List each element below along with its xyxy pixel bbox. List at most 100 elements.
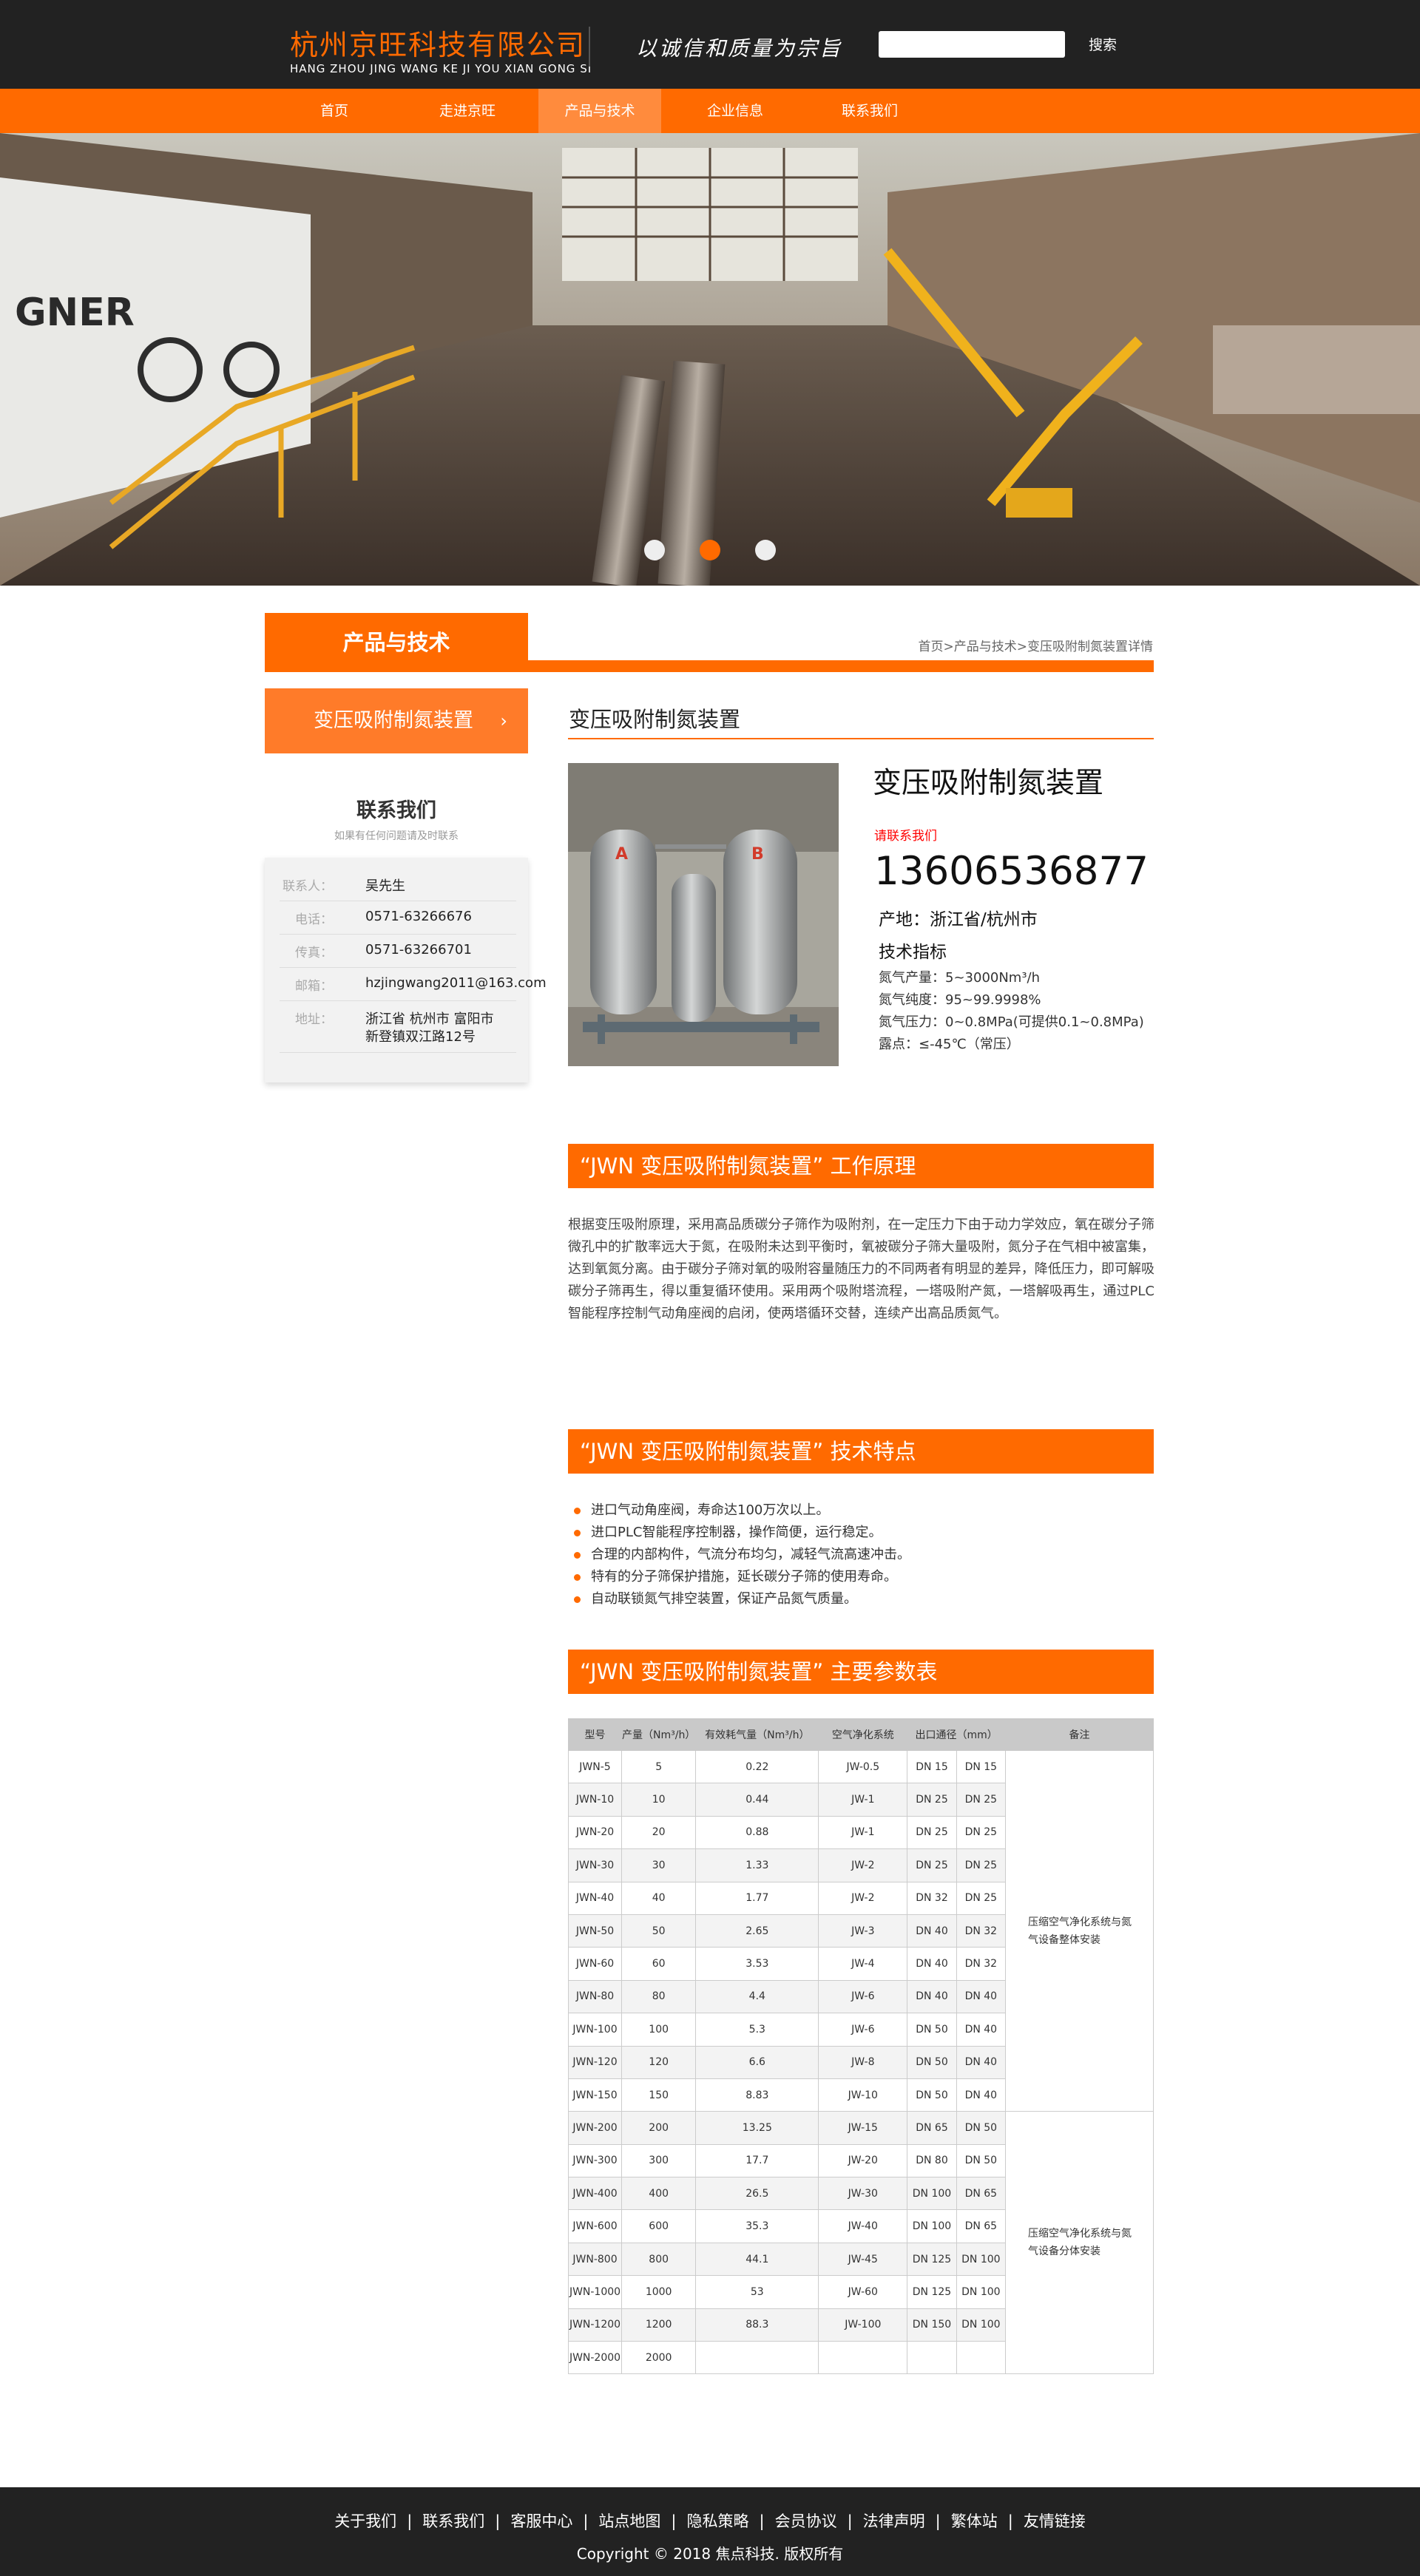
table-cell: 30 bbox=[621, 1848, 697, 1882]
contact-label: 电话： bbox=[295, 912, 333, 927]
footer-link-privacy[interactable]: 隐私策略 bbox=[687, 2512, 749, 2530]
table-cell: DN 40 bbox=[956, 1979, 1007, 2014]
footer-link-sitemap[interactable]: 站点地图 bbox=[598, 2512, 660, 2530]
footer: 关于我们 | 联系我们 | 客服中心 | 站点地图 | 隐私策略 | 会员协议 | 法律声明 | 繁体站 | 友… bbox=[0, 2487, 1420, 2576]
footer-link-traditional[interactable]: 繁体站 bbox=[951, 2512, 998, 2530]
contact-us-link[interactable]: 请联系我们 bbox=[874, 825, 937, 844]
table-cell: JW-1 bbox=[818, 1783, 908, 1817]
breadcrumb-home[interactable]: 首页 bbox=[919, 640, 944, 654]
slide-dot-1[interactable] bbox=[644, 540, 665, 560]
contact-subtitle: 如果有任何问题请及时联系 bbox=[334, 830, 459, 842]
table-cell: JWN-30 bbox=[568, 1848, 622, 1882]
nitrogen-generator-image: A B bbox=[568, 763, 839, 1066]
nav-company-info[interactable]: 企业信息 bbox=[688, 89, 782, 133]
principle-title: “JWN 变压吸附制氮装置” 工作原理 bbox=[568, 1144, 1154, 1188]
footer-link-friends[interactable]: 友情链接 bbox=[1024, 2512, 1086, 2530]
product-origin: 产地：浙江省/杭州市 bbox=[879, 910, 1038, 929]
hero-banner: GNER bbox=[0, 133, 1420, 586]
contact-value[interactable]: hzjingwang2011@163.com bbox=[365, 975, 547, 991]
footer-link-agreement[interactable]: 会员协议 bbox=[775, 2512, 837, 2530]
table-cell: JW-20 bbox=[818, 2143, 908, 2178]
nav-home[interactable]: 首页 bbox=[290, 89, 379, 133]
feature-item: 自动联锁氮气排空装置，保证产品氮气质量。 bbox=[574, 1588, 857, 1607]
header-divider bbox=[589, 27, 590, 67]
table-cell: 44.1 bbox=[695, 2242, 819, 2277]
sidebar-category-psa[interactable]: 变压吸附制氮装置 › bbox=[265, 688, 528, 753]
footer-sep: | bbox=[1007, 2512, 1013, 2530]
table-cell bbox=[695, 2341, 819, 2375]
specs-title: 技术指标 bbox=[879, 943, 947, 962]
table-cell: 1.33 bbox=[695, 1848, 819, 1882]
nav-about[interactable]: 走进京旺 bbox=[420, 89, 515, 133]
spec-item: 氮气产量：5~3000Nm³/h bbox=[879, 970, 1041, 986]
table-cell: JWN-150 bbox=[568, 2078, 622, 2112]
breadcrumb-products[interactable]: 产品与技术 bbox=[954, 640, 1017, 654]
feature-item: 合理的内部构件，气流分布均匀，减轻气流高速冲击。 bbox=[574, 1544, 910, 1563]
footer-sep: | bbox=[847, 2512, 853, 2530]
table-cell: 20 bbox=[621, 1815, 697, 1850]
table-cell: JWN-600 bbox=[568, 2209, 622, 2243]
breadcrumb-sep: > bbox=[943, 640, 954, 654]
search-input[interactable] bbox=[879, 31, 1065, 58]
table-cell: DN 65 bbox=[956, 2209, 1007, 2243]
contact-row-phone: 电话： 0571-63266676 bbox=[280, 901, 516, 935]
table-cell: JWN-100 bbox=[568, 2013, 622, 2047]
table-cell: 6.6 bbox=[695, 2045, 819, 2079]
table-cell: JW-6 bbox=[818, 1979, 908, 2014]
spec-item: 氮气纯度：95~99.9998% bbox=[879, 992, 1041, 1008]
table-cell bbox=[907, 2341, 957, 2375]
footer-sep: | bbox=[495, 2512, 501, 2530]
nav-contact[interactable]: 联系我们 bbox=[822, 89, 917, 133]
feature-item: 进口气动角座阀，寿命达100万次以上。 bbox=[574, 1499, 829, 1519]
table-cell: 1.77 bbox=[695, 1881, 819, 1915]
table-cell bbox=[818, 2341, 908, 2375]
table-cell: JW-30 bbox=[818, 2177, 908, 2211]
company-logo-cn[interactable]: 杭州京旺科技有限公司 bbox=[290, 22, 586, 63]
table-cell: DN 15 bbox=[956, 1749, 1007, 1784]
factory-banner-image: GNER bbox=[0, 133, 1420, 586]
params-table-body: JWN-5 5 0.22 JW-0.5 DN 15 DN 15 压缩空气净化系统与氮气设备整… bbox=[568, 1749, 1154, 2375]
table-cell: 40 bbox=[621, 1881, 697, 1915]
table-cell: DN 25 bbox=[907, 1783, 957, 1817]
footer-links: 关于我们 | 联系我们 | 客服中心 | 站点地图 | 隐私策略 | 会员协议 | 法律声明 | 繁体站 | 友… bbox=[0, 2509, 1420, 2532]
table-cell: 120 bbox=[621, 2045, 697, 2079]
spec-item: 氮气压力：0~0.8MPa(可提供0.1~0.8MPa) bbox=[879, 1014, 1144, 1030]
table-cell: 10 bbox=[621, 1783, 697, 1817]
table-cell: 1200 bbox=[621, 2308, 697, 2342]
table-cell: DN 65 bbox=[907, 2111, 957, 2145]
table-cell: 53 bbox=[695, 2275, 819, 2309]
footer-sep: | bbox=[935, 2512, 941, 2530]
breadcrumb-current[interactable]: 变压吸附制氮装置详情 bbox=[1027, 640, 1153, 654]
search-button[interactable]: 搜索 bbox=[1089, 34, 1117, 54]
nav-products[interactable]: 产品与技术 bbox=[538, 89, 661, 133]
table-cell: DN 25 bbox=[907, 1815, 957, 1850]
footer-link-about[interactable]: 关于我们 bbox=[334, 2512, 396, 2530]
footer-sep: | bbox=[583, 2512, 589, 2530]
table-cell: JWN-1000 bbox=[568, 2275, 622, 2309]
company-logo-en: HANG ZHOU JING WANG KE JI YOU XIAN GONG … bbox=[290, 62, 592, 75]
footer-link-contact[interactable]: 联系我们 bbox=[422, 2512, 484, 2530]
sidebar-category-label: 变压吸附制氮装置 bbox=[314, 709, 473, 732]
table-cell: DN 65 bbox=[956, 2177, 1007, 2211]
contact-value: 0571-63266701 bbox=[365, 942, 472, 957]
product-image[interactable]: A B bbox=[568, 763, 839, 1066]
table-cell: JW-2 bbox=[818, 1881, 908, 1915]
contact-label: 传真： bbox=[295, 946, 333, 960]
footer-link-legal[interactable]: 法律声明 bbox=[863, 2512, 925, 2530]
table-cell: 300 bbox=[621, 2143, 697, 2178]
slide-dot-2[interactable] bbox=[700, 540, 720, 560]
table-cell bbox=[956, 2341, 1007, 2375]
table-cell: 8.83 bbox=[695, 2078, 819, 2112]
footer-sep: | bbox=[759, 2512, 765, 2530]
table-cell: 100 bbox=[621, 2013, 697, 2047]
table-cell: 600 bbox=[621, 2209, 697, 2243]
table-cell: JWN-200 bbox=[568, 2111, 622, 2145]
table-cell: DN 32 bbox=[956, 1914, 1007, 1948]
table-cell: JWN-60 bbox=[568, 1947, 622, 1981]
table-note-cell: 压缩空气净化系统与氮气设备整体安装 bbox=[1005, 1749, 1154, 2112]
slide-dot-3[interactable] bbox=[755, 540, 776, 560]
footer-link-service[interactable]: 客服中心 bbox=[510, 2512, 572, 2530]
table-cell: DN 50 bbox=[956, 2111, 1007, 2145]
table-cell: 0.22 bbox=[695, 1749, 819, 1784]
table-cell: DN 25 bbox=[956, 1815, 1007, 1850]
